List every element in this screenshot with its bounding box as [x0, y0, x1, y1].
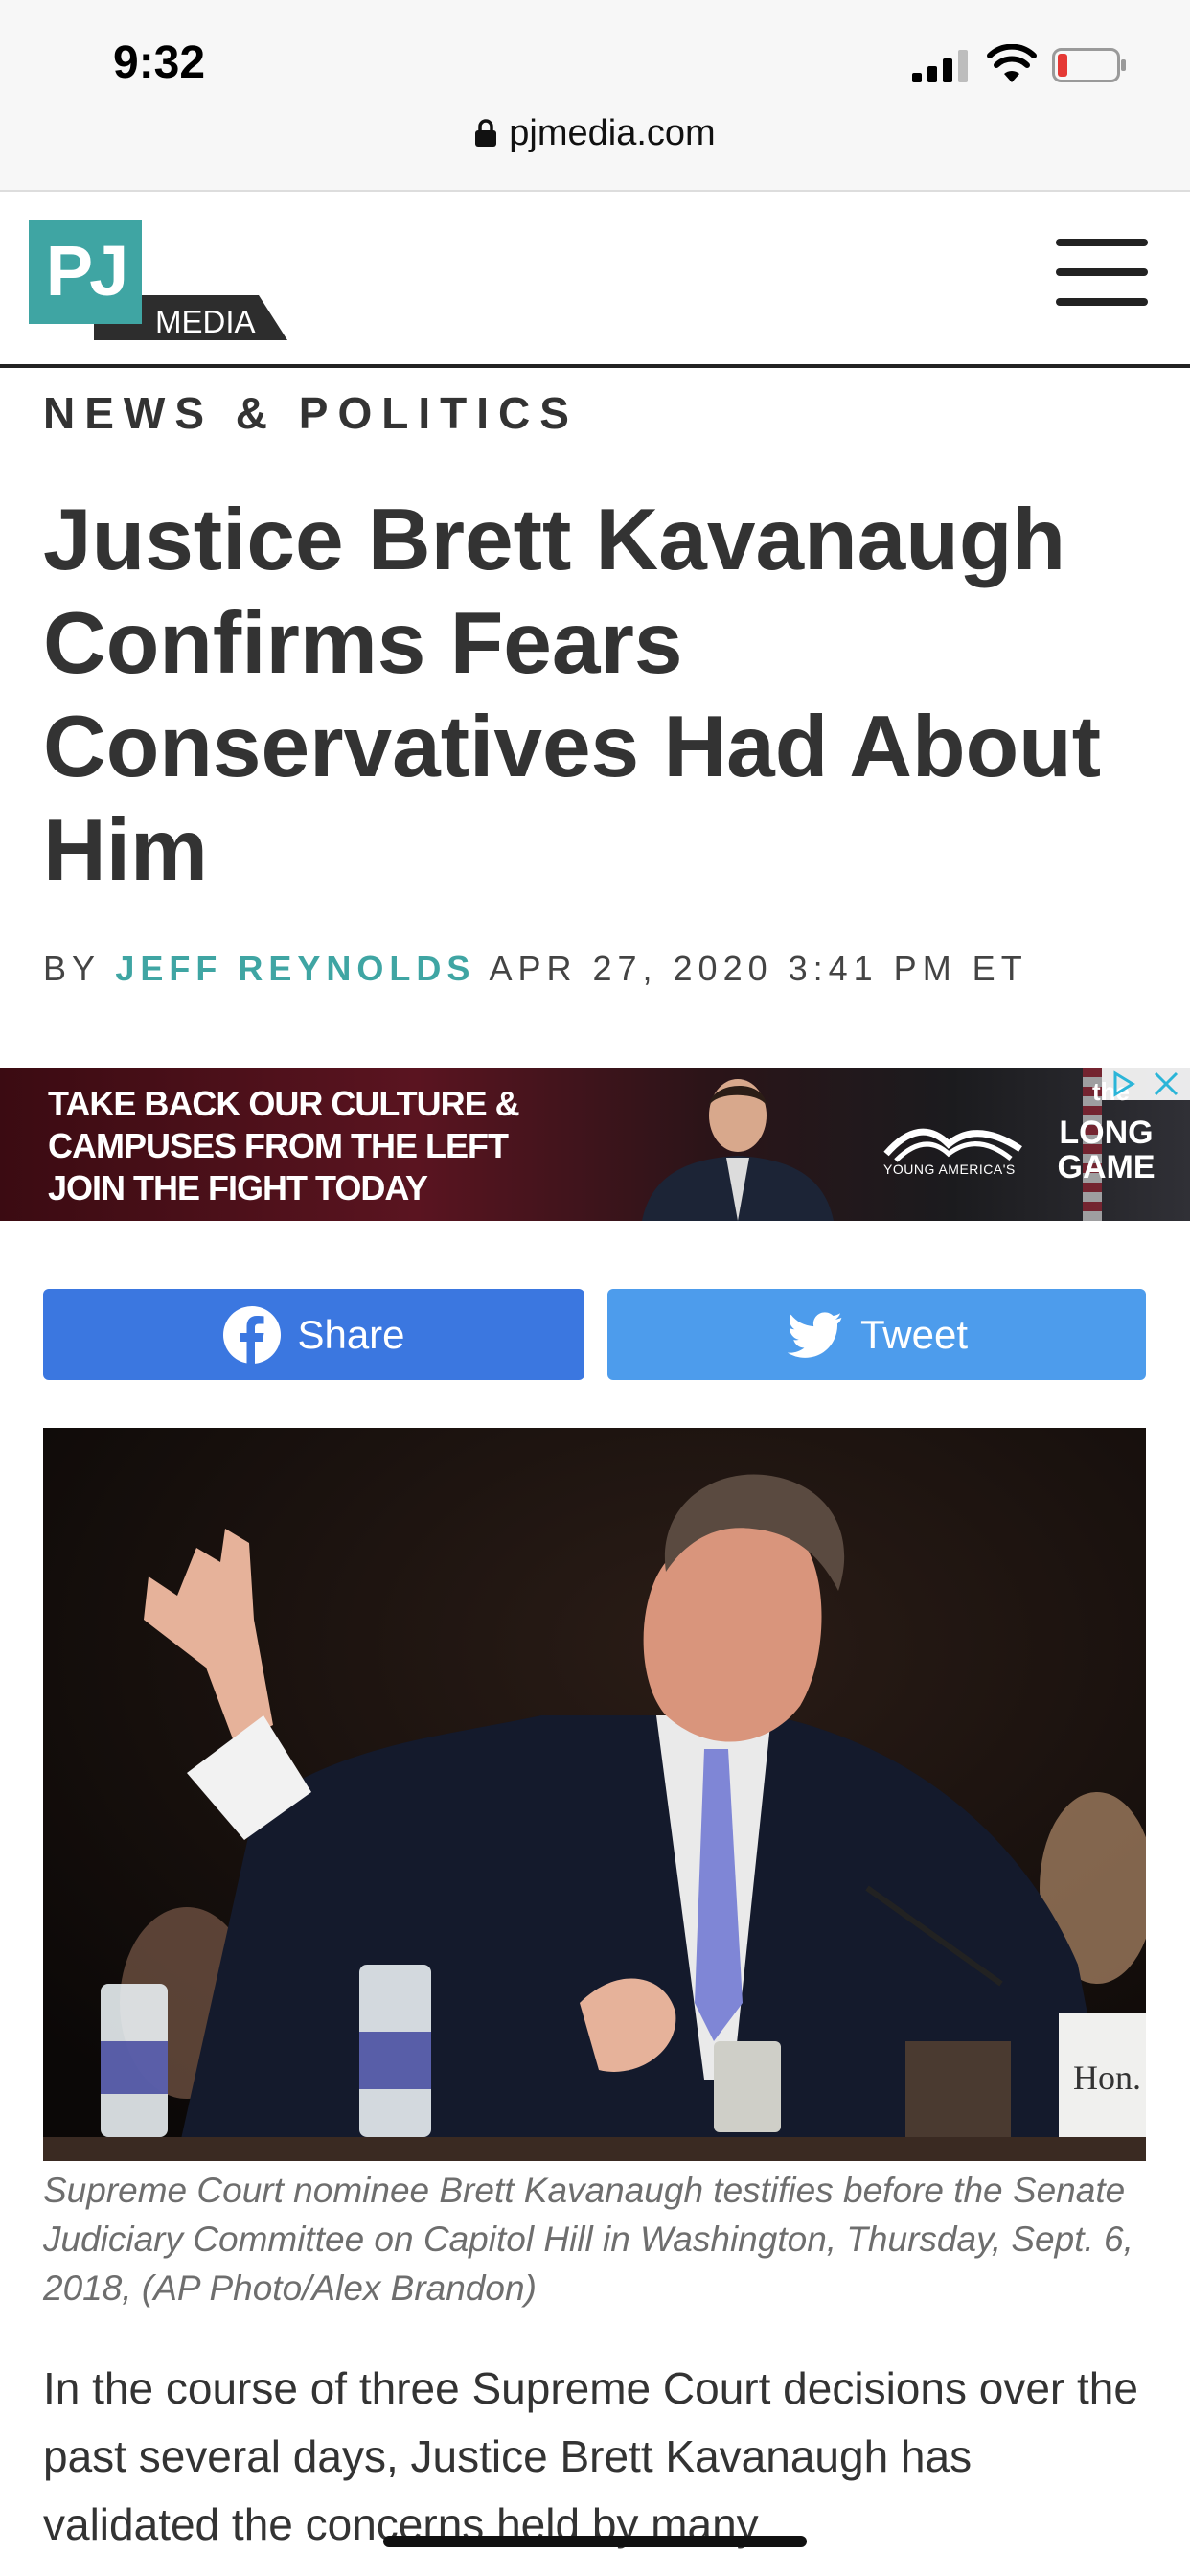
- byline: BY JEFF REYNOLDS APR 27, 2020 3:41 PM ET: [43, 949, 1028, 989]
- ad-game-game: GAME: [1057, 1149, 1156, 1185]
- facebook-share-label: Share: [297, 1311, 405, 1357]
- twitter-tweet-label: Tweet: [859, 1311, 969, 1357]
- home-indicator[interactable]: [383, 2536, 807, 2547]
- article-headline: Justice Brett Kavanaugh Confirms Fears C…: [43, 492, 1102, 899]
- ad-line-2: CAMPUSES FROM THE LEFT: [48, 1126, 509, 1165]
- lock-icon: [475, 119, 497, 147]
- ad-game-title: LONG GAME: [1046, 1116, 1166, 1184]
- adchoices-close-icon[interactable]: [1102, 1068, 1190, 1100]
- logo-sub: MEDIA: [155, 304, 256, 339]
- article-featured-photo: Hon.: [43, 1428, 1146, 2161]
- ad-banner[interactable]: TAKE BACK OUR CULTURE & CAMPUSES FROM TH…: [0, 1068, 1190, 1221]
- ad-person-image: [642, 1079, 834, 1221]
- hamburger-menu-icon[interactable]: [1056, 239, 1148, 306]
- byline-prefix: BY: [43, 949, 101, 988]
- section-label[interactable]: NEWS & POLITICS: [43, 387, 579, 439]
- ad-copy: TAKE BACK OUR CULTURE & CAMPUSES FROM TH…: [48, 1083, 520, 1209]
- photo-placard-text: Hon.: [1073, 2058, 1141, 2097]
- ad-brand-name: YOUNG AMERICA'S: [883, 1162, 1016, 1177]
- logo-mark: PJ: [46, 231, 126, 310]
- publish-date: APR 27, 2020 3:41 PM ET: [489, 949, 1028, 988]
- facebook-icon: [223, 1305, 282, 1365]
- twitter-tweet-button[interactable]: Tweet: [607, 1289, 1146, 1380]
- cellular-signal-icon: [912, 50, 968, 82]
- address-bar[interactable]: pjmedia.com: [0, 113, 1190, 154]
- pj-media-logo[interactable]: PJ MEDIA: [29, 220, 292, 340]
- battery-icon: [1052, 48, 1126, 82]
- author-link[interactable]: JEFF REYNOLDS: [115, 949, 475, 988]
- url-text: pjmedia.com: [509, 113, 716, 153]
- ad-line-1: TAKE BACK OUR CULTURE &: [48, 1084, 520, 1123]
- status-bar: 9:32 pjmedia.com: [0, 0, 1190, 192]
- ad-game-long: LONG: [1059, 1115, 1154, 1151]
- site-header: PJ MEDIA: [0, 194, 1190, 368]
- ad-line-3: JOIN THE FIGHT TODAY: [48, 1168, 428, 1208]
- photo-caption: Supreme Court nominee Brett Kavanaugh te…: [43, 2171, 1133, 2308]
- article-body-paragraph: In the course of three Supreme Court dec…: [43, 2363, 1138, 2549]
- photo-illustration: Hon.: [43, 1428, 1146, 2161]
- wifi-icon: [987, 44, 1037, 82]
- facebook-share-button[interactable]: Share: [43, 1289, 584, 1380]
- twitter-bird-icon: [787, 1311, 842, 1358]
- status-time: 9:32: [113, 37, 206, 88]
